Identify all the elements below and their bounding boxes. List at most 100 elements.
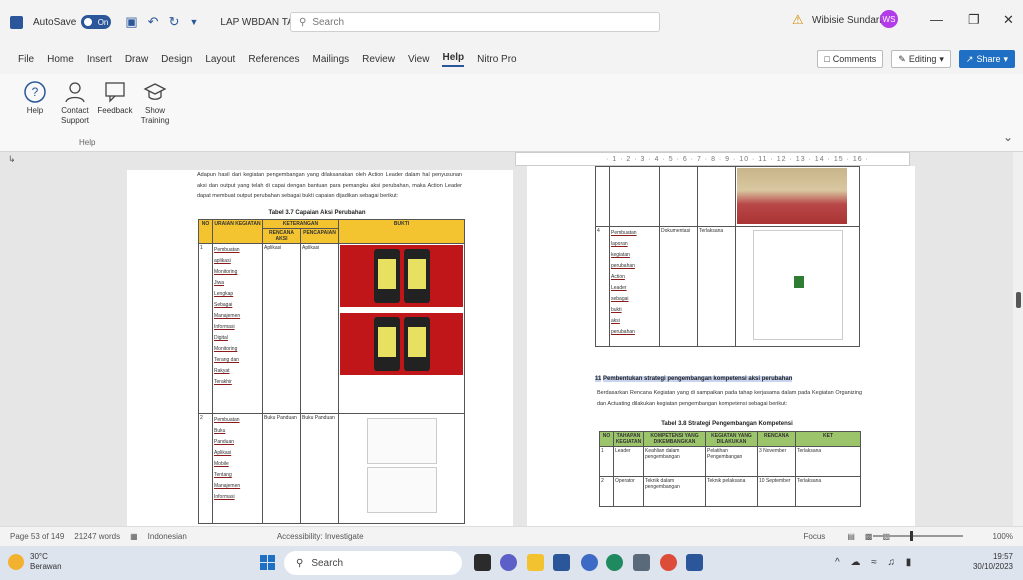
chevron-down-icon: ▾	[939, 53, 944, 64]
strategy-table: NO TAHAPAN KEGIATAN KOMPETENSI YANG DIKE…	[599, 431, 861, 507]
menu-draw[interactable]: Draw	[125, 54, 148, 65]
autosave-control[interactable]: AutoSave On	[33, 15, 112, 29]
show-training-button[interactable]: Show Training	[135, 80, 175, 126]
clock[interactable]: 19:57 30/10/2023	[973, 552, 1013, 572]
cell	[659, 166, 698, 227]
date: 30/10/2023	[972, 562, 1013, 571]
chrome-icon[interactable]	[660, 554, 677, 571]
menu-layout[interactable]: Layout	[205, 54, 235, 65]
horizontal-ruler[interactable]: · 1 · 2 · 3 · 4 · 5 · 6 · 7 · 8 · 9 · 10…	[515, 152, 910, 166]
close-icon[interactable]: ✕	[1003, 12, 1014, 28]
focus-button[interactable]: Focus	[804, 532, 826, 541]
col-uraian: URAIAN KEGIATAN	[212, 219, 263, 244]
zoom-slider-knob[interactable]	[910, 531, 913, 541]
avatar[interactable]: WS	[880, 10, 898, 28]
zoom-level[interactable]: 100%	[993, 532, 1013, 541]
tab-selector-icon[interactable]: ↳	[8, 154, 16, 165]
taskbar-search-input[interactable]: ⚲ Search	[284, 551, 462, 575]
uraian-line: Pembuatan	[214, 417, 240, 423]
menu-home[interactable]: Home	[47, 54, 74, 65]
document-page-left[interactable]: Adapun hasil dari kegiatan pengembangan …	[127, 170, 513, 526]
scrollbar-thumb[interactable]	[1016, 292, 1021, 308]
app-icon[interactable]	[606, 554, 623, 571]
vertical-scrollbar[interactable]	[1013, 152, 1023, 526]
col-kegiatan: KEGIATAN YANG DILAKUKAN	[705, 431, 758, 447]
word-count[interactable]: 21247 words	[74, 532, 120, 541]
print-layout-icon[interactable]: ▩	[865, 532, 873, 541]
minimize-icon[interactable]: —	[930, 12, 943, 27]
row-rencana: Buku Panduan	[262, 413, 301, 524]
autosave-state: On	[97, 17, 109, 27]
store-icon[interactable]	[553, 554, 570, 571]
phone-image	[403, 317, 430, 371]
restore-icon[interactable]: ❐	[968, 12, 980, 28]
uraian-line: Lengkap	[214, 291, 234, 297]
user-name[interactable]: Wibisie Sundari	[812, 15, 881, 26]
search-icon: ⚲	[296, 557, 304, 569]
menu-design[interactable]: Design	[161, 54, 192, 65]
comments-button[interactable]: □ Comments	[817, 50, 884, 68]
menu-file[interactable]: File	[18, 54, 34, 65]
row-no: 1	[599, 446, 614, 477]
undo-icon[interactable]: ↶	[148, 14, 159, 30]
page-count[interactable]: Page 53 of 149	[10, 532, 64, 541]
uraian-line: Sebagai	[214, 302, 233, 308]
feedback-button[interactable]: Feedback	[95, 80, 135, 116]
table-row: 4 Pembuatan laporan kegiatan perubahan A…	[595, 226, 860, 347]
customize-qa-icon[interactable]: ▼	[189, 17, 198, 27]
search-icon: ⚲	[299, 16, 307, 28]
uraian-line: Manajemen	[214, 483, 241, 489]
read-mode-icon[interactable]: ▤	[847, 532, 855, 541]
uraian-line: Leader	[611, 285, 627, 291]
menu-insert[interactable]: Insert	[87, 54, 112, 65]
photos-icon[interactable]	[633, 554, 650, 571]
collapse-ribbon-icon[interactable]: ⌄	[1003, 130, 1013, 144]
section-heading: 11 Pembentukan strategi pengembangan kom…	[595, 376, 863, 382]
help-button[interactable]: ? Help	[15, 80, 55, 116]
uraian-line: Jiwa	[214, 280, 225, 286]
pencil-icon: ✎	[898, 53, 906, 64]
search-input[interactable]: ⚲ Search	[290, 12, 660, 32]
task-view-icon[interactable]	[474, 554, 491, 571]
file-explorer-icon[interactable]	[527, 554, 544, 571]
editing-label: Editing	[908, 54, 937, 64]
table-caption: Tabel 3.7 Capaian Aksi Perubahan	[268, 210, 366, 216]
contact-support-button[interactable]: Contact Support	[55, 80, 95, 126]
menu-references[interactable]: References	[248, 54, 299, 65]
editing-button[interactable]: ✎ Editing ▾	[891, 50, 951, 68]
menu-view[interactable]: View	[408, 54, 430, 65]
system-tray-icons[interactable]: ^ ☁ ≈ ♫ ▮	[835, 557, 915, 568]
row-tahapan: Leader	[613, 446, 644, 477]
intro-paragraph: Adapun hasil dari kegiatan pengembangan …	[197, 172, 462, 199]
row-col4: Terlaksana	[697, 226, 736, 347]
menu-help[interactable]: Help	[442, 52, 465, 67]
document-canvas[interactable]: Adapun hasil dari kegiatan pengembangan …	[0, 152, 1023, 526]
share-button[interactable]: ↗ Share ▾	[958, 50, 1015, 68]
uraian-line: Manajemen	[214, 313, 241, 319]
menu-mailings[interactable]: Mailings	[312, 54, 349, 65]
proofing-icon[interactable]: ▦	[130, 532, 138, 541]
windows-start-icon[interactable]	[260, 555, 275, 570]
language[interactable]: Indonesian	[148, 532, 187, 541]
zoom-slider[interactable]	[873, 535, 963, 537]
autosave-toggle[interactable]: On	[81, 15, 112, 29]
accessibility-status[interactable]: Accessibility: Investigate	[277, 532, 364, 541]
weather-widget[interactable]: 30°C Berawan	[8, 552, 62, 572]
feedback-icon	[105, 82, 125, 103]
chat-icon[interactable]	[500, 554, 517, 571]
warning-icon[interactable]: ⚠	[792, 12, 804, 28]
menu-nitro-pro[interactable]: Nitro Pro	[477, 54, 516, 65]
uraian-line: laporan	[611, 241, 628, 247]
redo-icon[interactable]: ↻	[169, 14, 180, 30]
document-page-right[interactable]: 4 Pembuatan laporan kegiatan perubahan A…	[527, 166, 915, 526]
uraian-line: Terang dan	[214, 357, 240, 363]
col-kompetensi: KOMPETENSI YANG DIKEMBANGKAN	[643, 431, 706, 447]
save-icon[interactable]: ▣	[125, 14, 137, 30]
word-taskbar-icon[interactable]	[686, 554, 703, 571]
menu-review[interactable]: Review	[362, 54, 395, 65]
ribbon-group-label: Help	[79, 138, 96, 147]
row-capaian: Buku Panduan	[300, 413, 339, 524]
edge-icon[interactable]	[581, 554, 598, 571]
cell	[609, 166, 660, 227]
cell	[595, 166, 610, 227]
